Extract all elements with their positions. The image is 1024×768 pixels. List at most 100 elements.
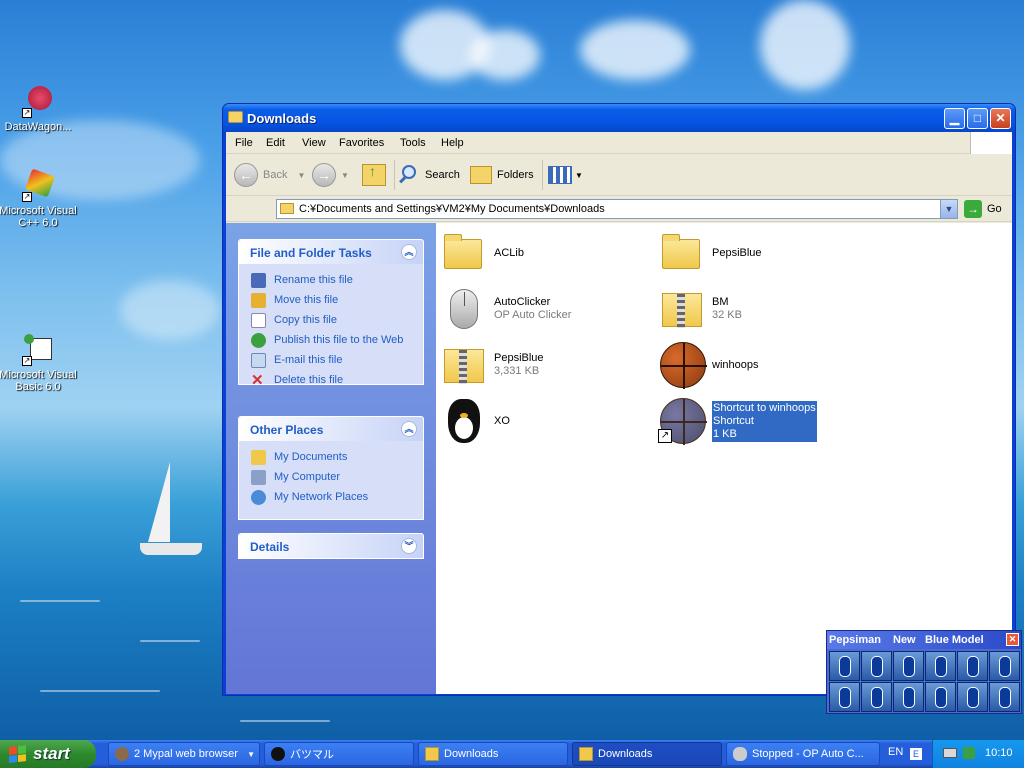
pepsiman-pose-button[interactable] xyxy=(925,682,956,712)
pepsiman-pose-button[interactable] xyxy=(861,651,892,681)
address-dropdown-icon[interactable]: ▼ xyxy=(940,200,957,218)
details-panel: Details ︾ xyxy=(238,533,424,559)
file-size: 1 KB xyxy=(713,427,737,440)
go-button[interactable]: → Go xyxy=(964,200,1002,218)
menu-tools[interactable]: Tools xyxy=(400,137,426,149)
place-my-documents[interactable]: My Documents xyxy=(239,447,423,467)
file-item[interactable]: ACLib xyxy=(440,228,524,278)
start-button[interactable]: start xyxy=(0,740,96,768)
pepsiman-pose-button[interactable] xyxy=(957,651,988,681)
forward-dropdown-icon[interactable]: ▼ xyxy=(341,171,349,180)
other-places-panel: Other Places ︽ My Documents My Computer … xyxy=(238,416,424,520)
task-delete[interactable]: ✕ Delete this file xyxy=(239,370,423,390)
clock[interactable]: 10:10 xyxy=(985,747,1013,759)
explorer-window: Downloads ▁ □ ✕ File Edit View Favorites… xyxy=(222,103,1016,696)
network-tray-icon[interactable] xyxy=(963,747,975,759)
toolbar-separator xyxy=(394,160,395,190)
system-tray: 10:10 xyxy=(932,740,1024,768)
taskbar-button-autoclicker[interactable]: Stopped - OP Auto C... xyxy=(726,742,880,766)
panel-title: Other Places xyxy=(250,423,324,437)
pepsiman-title: Pepsiman xyxy=(829,634,881,646)
pepsiman-titlebar[interactable]: Pepsiman New Blue Model ✕ xyxy=(827,631,1021,649)
menu-help[interactable]: Help xyxy=(441,137,464,149)
panel-header[interactable]: Other Places ︽ xyxy=(239,417,423,441)
zip-folder-icon xyxy=(658,285,706,333)
window-title: Downloads xyxy=(247,111,317,126)
pepsiman-pose-button[interactable] xyxy=(861,682,892,712)
pepsiman-pose-button[interactable] xyxy=(989,651,1020,681)
taskbar-button-badtz[interactable]: バツマル xyxy=(264,742,414,766)
desktop-icon-visual-cpp[interactable]: ↗ Microsoft Visual C++ 6.0 xyxy=(0,168,78,229)
taskbar-button-downloads-1[interactable]: Downloads xyxy=(418,742,568,766)
maximize-button[interactable]: □ xyxy=(967,108,988,129)
task-label: Downloads xyxy=(598,748,653,760)
pepsiman-pose-button[interactable] xyxy=(893,682,924,712)
pepsiman-pose-button[interactable] xyxy=(893,651,924,681)
expand-chevron-icon[interactable]: ︾ xyxy=(401,538,417,554)
pepsiman-pose-button[interactable] xyxy=(925,651,956,681)
file-item[interactable]: winhoops xyxy=(658,340,758,390)
mail-icon xyxy=(251,352,266,368)
search-icon xyxy=(398,164,420,186)
go-arrow-icon: → xyxy=(964,200,982,218)
address-path: C:¥Documents and Settings¥VM2¥My Documen… xyxy=(299,203,605,215)
menu-edit[interactable]: Edit xyxy=(266,137,285,149)
mouse-icon xyxy=(733,747,747,761)
file-name: XO xyxy=(494,414,510,427)
task-email[interactable]: E-mail this file xyxy=(239,350,423,370)
zip-folder-icon xyxy=(440,341,488,389)
folders-button[interactable]: Folders xyxy=(470,162,534,188)
pepsiman-pose-button[interactable] xyxy=(989,682,1020,712)
file-item-selected[interactable]: ↗ Shortcut to winhoops Shortcut 1 KB xyxy=(658,396,817,446)
forward-arrow-icon: → xyxy=(312,163,336,187)
file-name: PepsiBlue xyxy=(712,246,762,259)
desktop-icon-label: Microsoft Visual Basic 6.0 xyxy=(0,369,77,393)
back-dropdown-icon[interactable]: ▼ xyxy=(297,171,305,180)
file-item[interactable]: PepsiBlue 3,331 KB xyxy=(440,340,544,390)
pepsiman-pose-button[interactable] xyxy=(829,651,860,681)
ime-icon[interactable]: E xyxy=(910,748,922,760)
pepsiman-pose-button[interactable] xyxy=(957,682,988,712)
place-label: My Documents xyxy=(274,451,348,463)
address-input[interactable]: C:¥Documents and Settings¥VM2¥My Documen… xyxy=(276,199,958,219)
search-label: Search xyxy=(425,169,460,181)
menu-file[interactable]: File xyxy=(235,137,253,149)
task-publish[interactable]: Publish this file to the Web xyxy=(239,330,423,350)
search-button[interactable]: Search xyxy=(398,162,460,188)
desktop-icon-visual-basic[interactable]: ↗ Microsoft Visual Basic 6.0 xyxy=(0,334,78,393)
place-my-computer[interactable]: My Computer xyxy=(239,467,423,487)
back-button[interactable]: ← Back ▼ xyxy=(234,162,305,188)
pepsiman-panel: Pepsiman New Blue Model ✕ xyxy=(826,630,1022,714)
collapse-chevron-icon[interactable]: ︽ xyxy=(401,244,417,260)
pepsiman-pose-button[interactable] xyxy=(829,682,860,712)
language-indicator[interactable]: EN xyxy=(888,746,903,758)
pepsiman-close-icon[interactable]: ✕ xyxy=(1006,633,1019,646)
file-item[interactable]: PepsiBlue xyxy=(658,228,762,278)
panel-header[interactable]: File and Folder Tasks ︽ xyxy=(239,240,423,264)
keyboard-icon[interactable] xyxy=(943,748,957,758)
file-description: OP Auto Clicker xyxy=(494,309,572,321)
views-dropdown-icon: ▼ xyxy=(575,170,583,180)
window-titlebar[interactable]: Downloads ▁ □ ✕ xyxy=(223,104,1015,132)
taskbar-button-mypal[interactable]: 2 Mypal web browser ▼ xyxy=(108,742,260,766)
file-item[interactable]: XO xyxy=(440,396,510,446)
desktop-icon-datawagon[interactable]: ↗ DataWagon... xyxy=(0,86,78,133)
collapse-chevron-icon[interactable]: ︽ xyxy=(401,421,417,437)
menu-favorites[interactable]: Favorites xyxy=(339,137,384,149)
forward-button[interactable]: → ▼ xyxy=(312,162,349,188)
task-label: Copy this file xyxy=(274,314,337,326)
taskbar-button-downloads-2[interactable]: Downloads xyxy=(572,742,722,766)
file-item[interactable]: BM 32 KB xyxy=(658,284,742,334)
mypal-icon xyxy=(115,747,129,761)
menu-view[interactable]: View xyxy=(302,137,326,149)
panel-header[interactable]: Details ︾ xyxy=(239,534,423,558)
views-button[interactable]: ▼ xyxy=(548,162,583,188)
file-item[interactable]: AutoClicker OP Auto Clicker xyxy=(440,284,571,334)
task-copy[interactable]: Copy this file xyxy=(239,310,423,330)
task-rename[interactable]: Rename this file xyxy=(239,270,423,290)
place-my-network[interactable]: My Network Places xyxy=(239,487,423,507)
task-move[interactable]: Move this file xyxy=(239,290,423,310)
close-button[interactable]: ✕ xyxy=(990,108,1011,129)
up-folder-button[interactable]: ↑ xyxy=(362,162,386,188)
minimize-button[interactable]: ▁ xyxy=(944,108,965,129)
